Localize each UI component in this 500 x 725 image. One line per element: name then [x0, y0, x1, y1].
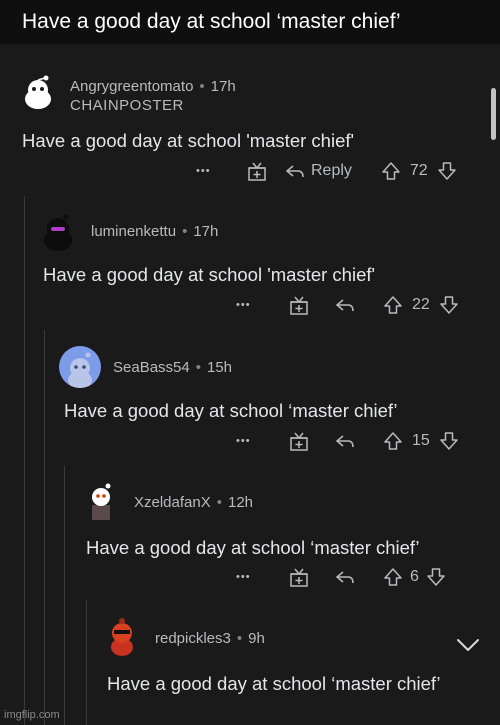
- gift-icon: [290, 296, 308, 315]
- award-button[interactable]: [246, 160, 268, 182]
- vote-count: 72: [409, 162, 428, 179]
- separator-dot: •: [182, 223, 188, 240]
- upvote-arrow-icon: [384, 296, 402, 314]
- comment-meta: Angrygreentomato • 17h: [70, 78, 236, 95]
- upvote-arrow-icon: [384, 432, 402, 450]
- reply-label: Reply: [311, 162, 352, 179]
- downvote-button[interactable]: [425, 566, 447, 588]
- author-name[interactable]: XzeldafanX: [134, 494, 211, 511]
- comment-meta: SeaBass54 • 15h: [113, 359, 232, 376]
- timestamp: 17h: [210, 78, 236, 95]
- comment-meta: luminenkettu • 17h: [91, 223, 218, 240]
- comment-body: Have a good day at school 'master chief': [22, 130, 355, 151]
- more-options-button[interactable]: •••: [236, 571, 288, 583]
- comment-body: Have a good day at school ‘master chief’: [64, 400, 398, 421]
- upvote-button[interactable]: [382, 566, 404, 588]
- snoo-avatar-icon: [80, 480, 122, 522]
- upvote-button[interactable]: [382, 294, 404, 316]
- snoo-avatar-icon: [59, 346, 101, 388]
- downvote-button[interactable]: [438, 294, 460, 316]
- downvote-arrow-icon: [440, 432, 458, 450]
- top-caption: Have a good day at school ‘master chief’: [0, 0, 500, 44]
- comment-meta: redpickles3 • 9h: [155, 630, 265, 647]
- reply-arrow-icon: [285, 165, 304, 178]
- downvote-button[interactable]: [436, 160, 458, 182]
- vote-count: 22: [412, 296, 430, 313]
- upvote-button[interactable]: [380, 160, 402, 182]
- thread-line[interactable]: [24, 196, 25, 725]
- separator-dot: •: [195, 359, 201, 376]
- avatar[interactable]: [37, 210, 79, 252]
- more-options-button[interactable]: •••: [196, 165, 246, 177]
- gift-icon: [290, 432, 308, 451]
- reply-arrow-icon: [335, 435, 354, 448]
- reply-button[interactable]: Reply: [284, 160, 352, 182]
- snoo-avatar-icon: [37, 210, 79, 252]
- award-button[interactable]: [288, 430, 310, 452]
- comment-body: Have a good day at school ‘master chief’: [86, 537, 420, 558]
- collapse-button[interactable]: [455, 634, 481, 661]
- comment-actions: ••• 15: [236, 430, 460, 452]
- author-name[interactable]: SeaBass54: [113, 359, 190, 376]
- watermark: imgflip.com: [4, 709, 60, 721]
- avatar[interactable]: [59, 346, 101, 388]
- downvote-button[interactable]: [438, 430, 460, 452]
- upvote-arrow-icon: [384, 568, 402, 586]
- gift-icon: [290, 568, 308, 587]
- timestamp: 9h: [248, 630, 265, 647]
- comment-meta: XzeldafanX • 12h: [134, 494, 253, 511]
- more-options-button[interactable]: •••: [236, 435, 288, 447]
- timestamp: 12h: [228, 494, 254, 511]
- comment-actions: ••• Reply 72: [196, 160, 458, 182]
- award-button[interactable]: [288, 294, 310, 316]
- separator-dot: •: [216, 494, 222, 511]
- comment-actions: ••• 22: [236, 294, 460, 316]
- author-name[interactable]: luminenkettu: [91, 223, 176, 240]
- upvote-button[interactable]: [382, 430, 404, 452]
- comment-body: Have a good day at school 'master chief': [43, 264, 376, 285]
- avatar[interactable]: [101, 614, 143, 656]
- thread-line[interactable]: [44, 330, 45, 725]
- timestamp: 17h: [193, 223, 219, 240]
- thread-line[interactable]: [86, 600, 87, 725]
- avatar[interactable]: [17, 72, 59, 114]
- reply-button[interactable]: [334, 430, 356, 452]
- award-button[interactable]: [288, 566, 310, 588]
- vote-count: 15: [412, 432, 430, 449]
- author-name[interactable]: Angrygreentomato: [70, 78, 193, 95]
- thread-line[interactable]: [64, 466, 65, 725]
- avatar[interactable]: [80, 480, 122, 522]
- downvote-arrow-icon: [440, 296, 458, 314]
- scrollbar[interactable]: [491, 88, 496, 140]
- gift-icon: [248, 162, 266, 181]
- reply-arrow-icon: [335, 299, 354, 312]
- author-name[interactable]: redpickles3: [155, 630, 231, 647]
- comment-body: Have a good day at school ‘master chief’: [107, 673, 441, 694]
- more-options-button[interactable]: •••: [236, 299, 288, 311]
- chevron-down-icon: [457, 639, 479, 651]
- user-flair: CHAINPOSTER: [70, 97, 184, 114]
- downvote-arrow-icon: [437, 162, 456, 180]
- separator-dot: •: [199, 78, 205, 95]
- reply-arrow-icon: [335, 571, 354, 584]
- vote-count: 6: [410, 568, 419, 585]
- upvote-arrow-icon: [382, 162, 400, 180]
- downvote-arrow-icon: [427, 568, 445, 586]
- reply-button[interactable]: [334, 294, 356, 316]
- reply-button[interactable]: [334, 566, 356, 588]
- comment-actions: ••• 6: [236, 566, 447, 588]
- snoo-avatar-icon: [101, 614, 143, 656]
- snoo-avatar-icon: [17, 72, 59, 114]
- timestamp: 15h: [207, 359, 233, 376]
- separator-dot: •: [236, 630, 243, 647]
